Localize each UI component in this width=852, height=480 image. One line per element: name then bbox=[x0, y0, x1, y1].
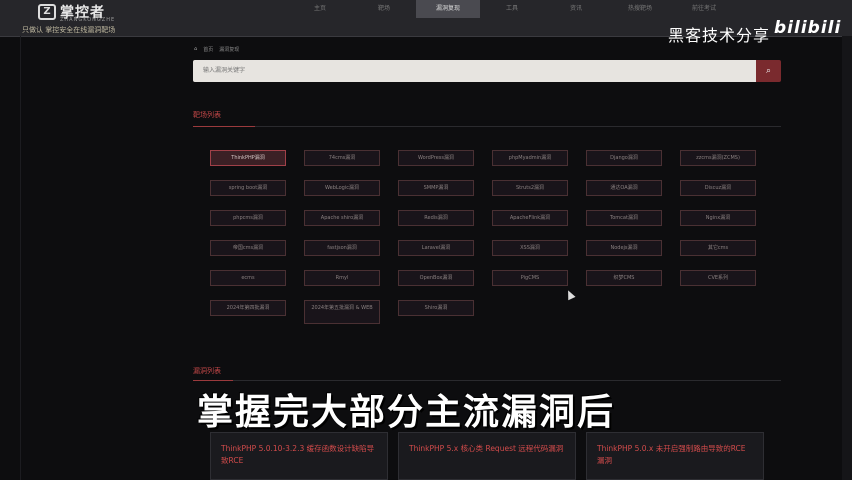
range-button[interactable]: fastjson漏洞 bbox=[304, 240, 380, 256]
main-nav: 主页 靶场 漏洞复现 工具 资讯 热搜靶场 前往考试 bbox=[288, 0, 736, 18]
range-button[interactable]: Struts2漏洞 bbox=[492, 180, 568, 196]
nav-item-news[interactable]: 资讯 bbox=[544, 0, 608, 18]
logo-subtext: ZHANGKONGZHE bbox=[60, 17, 116, 23]
range-button[interactable]: phpMyadmin漏洞 bbox=[492, 150, 568, 166]
range-button[interactable]: 织梦CMS bbox=[586, 270, 662, 286]
vuln-card[interactable]: ThinkPHP 5.x 核心类 Request 远程代码漏洞 bbox=[398, 432, 576, 480]
bilibili-logo: bilibili bbox=[774, 18, 842, 38]
vuln-card[interactable]: ThinkPHP 5.0.10-3.2.3 缓存函数设计缺陷导致RCE bbox=[210, 432, 388, 480]
range-button[interactable]: PigCMS bbox=[492, 270, 568, 286]
vuln-card-title: ThinkPHP 5.0.10-3.2.3 缓存函数设计缺陷导致RCE bbox=[221, 444, 375, 465]
range-section-rule bbox=[255, 126, 781, 127]
range-button[interactable]: ThinkPHP漏洞 bbox=[210, 150, 286, 166]
range-button[interactable]: phpcms漏洞 bbox=[210, 210, 286, 226]
range-button[interactable]: Laravel漏洞 bbox=[398, 240, 474, 256]
range-button[interactable]: Apache shiro漏洞 bbox=[304, 210, 380, 226]
range-button[interactable]: 2024年第五批漏洞 & WEB bbox=[304, 300, 380, 324]
range-button[interactable]: Shiro漏洞 bbox=[398, 300, 474, 316]
range-button[interactable]: 2024年第四批漏洞 bbox=[210, 300, 286, 316]
vuln-card[interactable]: ThinkPHP 5.0.x 未开启强制路由导致的RCE漏洞 bbox=[586, 432, 764, 480]
vuln-section-underline bbox=[193, 380, 233, 381]
breadcrumb-home[interactable]: 首页 bbox=[203, 46, 213, 53]
range-grid: ThinkPHP漏洞 74cms漏洞 WordPress漏洞 phpMyadmin漏洞… bbox=[210, 150, 774, 324]
left-divider bbox=[20, 36, 21, 480]
search-icon: ⌕ bbox=[765, 66, 772, 76]
range-button[interactable]: Rmyl bbox=[304, 270, 380, 286]
range-button[interactable]: Nginx漏洞 bbox=[680, 210, 756, 226]
range-button[interactable]: Discuz漏洞 bbox=[680, 180, 756, 196]
range-button[interactable]: Tomcat漏洞 bbox=[586, 210, 662, 226]
video-subtitle: 掌握完大部分主流漏洞后 bbox=[197, 392, 616, 433]
range-button[interactable]: XSS漏洞 bbox=[492, 240, 568, 256]
breadcrumb-current: 漏洞复现 bbox=[219, 47, 240, 53]
watermark-text: 黑客技术分享 bbox=[668, 26, 771, 45]
nav-item-home[interactable]: 主页 bbox=[288, 0, 352, 18]
range-button[interactable]: SMMP漏洞 bbox=[398, 180, 474, 196]
range-button[interactable]: 通达OA漏洞 bbox=[586, 180, 662, 196]
nav-item-hot-ranges[interactable]: 热搜靶场 bbox=[608, 0, 672, 18]
home-icon: ⌂ bbox=[194, 46, 198, 52]
nav-item-ranges[interactable]: 靶场 bbox=[352, 0, 416, 18]
range-button[interactable]: ecms bbox=[210, 270, 286, 286]
breadcrumb: ⌂ 首页 漏洞复现 bbox=[194, 46, 239, 53]
range-button[interactable]: 74cms漏洞 bbox=[304, 150, 380, 166]
range-section-title: 靶场列表 bbox=[193, 111, 221, 119]
scrollbar-track[interactable] bbox=[842, 36, 852, 480]
site-slogan: 只做认 掌控安全在线漏洞靶场 bbox=[22, 26, 116, 34]
range-button[interactable]: WebLogic漏洞 bbox=[304, 180, 380, 196]
range-button[interactable]: WordPress漏洞 bbox=[398, 150, 474, 166]
range-button[interactable]: ApacheFlink漏洞 bbox=[492, 210, 568, 226]
range-button[interactable]: Nodejs漏洞 bbox=[586, 240, 662, 256]
range-button[interactable]: Django漏洞 bbox=[586, 150, 662, 166]
range-button[interactable]: OpenBox漏洞 bbox=[398, 270, 474, 286]
search-button[interactable]: ⌕ bbox=[756, 60, 781, 82]
vuln-card-title: ThinkPHP 5.x 核心类 Request 远程代码漏洞 bbox=[409, 444, 564, 453]
logo-icon: Z bbox=[38, 4, 56, 20]
vuln-section-title: 漏洞列表 bbox=[193, 367, 221, 375]
range-section-underline bbox=[193, 126, 255, 127]
nav-item-vuln-reproduce[interactable]: 漏洞复现 bbox=[416, 0, 480, 18]
vuln-section-rule bbox=[233, 380, 781, 381]
range-button[interactable]: zzcms漏洞(ZCMS) bbox=[680, 150, 756, 166]
vuln-card-title: ThinkPHP 5.0.x 未开启强制路由导致的RCE漏洞 bbox=[597, 444, 746, 465]
range-button[interactable]: CVE系列 bbox=[680, 270, 756, 286]
range-button[interactable]: Redis漏洞 bbox=[398, 210, 474, 226]
search-input[interactable] bbox=[193, 60, 756, 82]
nav-item-exam[interactable]: 前往考试 bbox=[672, 0, 736, 18]
range-button[interactable]: 帝国cms漏洞 bbox=[210, 240, 286, 256]
range-button[interactable]: 其它cms bbox=[680, 240, 756, 256]
nav-item-tools[interactable]: 工具 bbox=[480, 0, 544, 18]
range-button[interactable]: spring boot漏洞 bbox=[210, 180, 286, 196]
